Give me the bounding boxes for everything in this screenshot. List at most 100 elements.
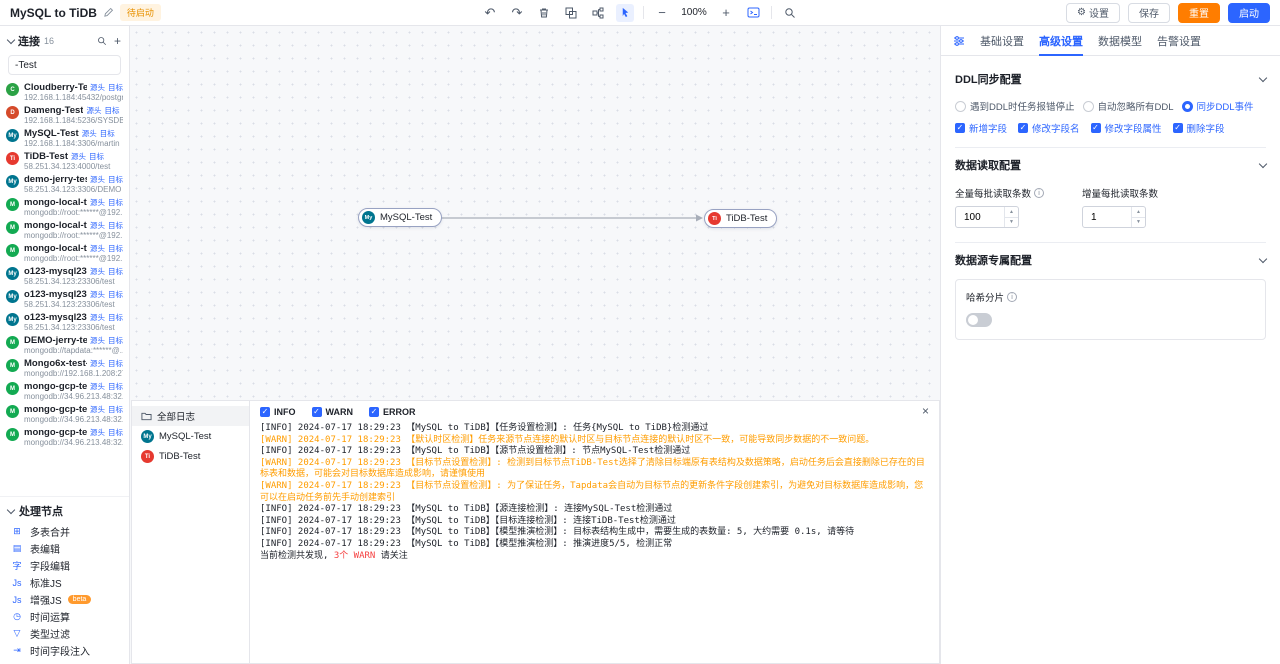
chevron-down-icon[interactable] xyxy=(1259,73,1267,81)
processor-label: 标准JS xyxy=(30,575,62,590)
zoom-in-icon[interactable]: + xyxy=(717,4,735,22)
connection-item[interactable]: Myo123-mysql2330...源头目标58.251.34.123:233… xyxy=(0,287,129,310)
console-panel-icon[interactable] xyxy=(744,4,762,22)
canvas-node-tidb-test[interactable]: TiTiDB-Test xyxy=(704,209,777,228)
ddl-radio-option[interactable]: 自动忽略所有DDL xyxy=(1083,99,1174,113)
connection-item[interactable]: MDEMO-jerry-test源头目标mongodb://tapdata:**… xyxy=(0,333,129,356)
connection-address: mongodb://34.96.213.48:32... xyxy=(24,392,123,401)
connection-capability-badge: 目标 xyxy=(108,381,123,392)
redo-icon[interactable]: ↷ xyxy=(508,4,526,22)
datasource-section-header[interactable]: 数据源专属配置 xyxy=(955,245,1266,273)
connection-item[interactable]: Mmongo-gcp-test...源头目标mongodb://34.96.21… xyxy=(0,402,129,425)
log-line: [WARN] 2024-07-17 18:29:23 【默认时区检测】任务来源节… xyxy=(260,435,929,447)
cursor-tool-icon[interactable] xyxy=(616,4,634,22)
canvas[interactable]: 全部日志MyMySQL-TestTiTiDB-Test ✓INFO✓WARN✓E… xyxy=(130,26,940,664)
processor-item[interactable]: Js增强JSbeta xyxy=(0,591,129,608)
edit-title-icon[interactable] xyxy=(103,7,114,18)
processor-item[interactable]: Js 标准JS xyxy=(0,574,129,591)
add-connection-icon[interactable]: + xyxy=(114,35,121,47)
chevron-down-icon[interactable] xyxy=(7,35,15,43)
ddl-checkbox-option[interactable]: ✓修改字段名 xyxy=(1018,121,1080,135)
processor-item[interactable]: ◷时间运算 xyxy=(0,608,129,625)
connection-item[interactable]: Mydemo-jerry-test源头目标58.251.34.123:3306/… xyxy=(0,172,129,195)
tab-advanced-settings[interactable]: 高级设置 xyxy=(1039,26,1083,55)
close-icon[interactable]: × xyxy=(922,405,929,417)
delete-icon[interactable] xyxy=(535,4,553,22)
connection-item[interactable]: Mmongo-gcp-test...源头目标mongodb://34.96.21… xyxy=(0,425,129,448)
stepper-down-icon[interactable]: ▼ xyxy=(1132,217,1145,228)
number-input[interactable]: ▲▼ xyxy=(1082,206,1146,228)
ddl-radio-option[interactable]: 同步DDL事件 xyxy=(1182,99,1254,113)
chevron-down-icon[interactable] xyxy=(1259,159,1267,167)
radio-label: 遇到DDL时任务报错停止 xyxy=(970,99,1075,113)
group-icon[interactable] xyxy=(562,4,580,22)
log-filter-warn[interactable]: ✓WARN xyxy=(312,407,354,417)
ddl-radio-option[interactable]: 遇到DDL时任务报错停止 xyxy=(955,99,1075,113)
connection-search-input[interactable] xyxy=(15,60,114,71)
ddl-section-header[interactable]: DDL同步配置 xyxy=(955,64,1266,92)
stepper-up-icon[interactable]: ▲ xyxy=(1005,207,1018,217)
processor-item[interactable]: ⇥时间字段注入 xyxy=(0,642,129,659)
connection-item[interactable]: CCloudberry-Test源头目标192.168.1.184:45432/… xyxy=(0,80,129,103)
info-icon: i xyxy=(1034,188,1044,198)
log-main: ✓INFO ✓WARN ✓ERROR × [INFO] 2024-07-17 18:… xyxy=(250,401,939,663)
connection-address: mongodb://192.168.1.208:27... xyxy=(24,369,123,378)
hash-shard-toggle[interactable] xyxy=(966,313,992,327)
tab-alert-settings[interactable]: 告警设置 xyxy=(1157,26,1201,55)
log-filter-info[interactable]: ✓INFO xyxy=(260,407,296,417)
log-line: [INFO] 2024-07-17 18:29:23 【MySQL to TiD… xyxy=(260,423,929,435)
stepper-up-icon[interactable]: ▲ xyxy=(1132,207,1145,217)
tab-basic-settings[interactable]: 基础设置 xyxy=(980,26,1024,55)
ddl-checkbox-option[interactable]: ✓新增字段 xyxy=(955,121,1007,135)
connection-item[interactable]: Mmongo-local-tes...源头目标mongodb://root:**… xyxy=(0,218,129,241)
undo-icon[interactable]: ↶ xyxy=(481,4,499,22)
node-database-icon: My xyxy=(362,211,375,224)
ddl-checkbox-option[interactable]: ✓修改字段属性 xyxy=(1091,121,1162,135)
ddl-checkbox-option[interactable]: ✓删除字段 xyxy=(1173,121,1225,135)
settings-button[interactable]: ⚙设置 xyxy=(1066,3,1120,23)
canvas-node-mysql-test[interactable]: MyMySQL-Test xyxy=(358,208,442,227)
stepper-down-icon[interactable]: ▼ xyxy=(1005,217,1018,228)
auto-layout-icon[interactable] xyxy=(589,4,607,22)
connection-item[interactable]: Myo123-mysql2330...源头目标58.251.34.123:233… xyxy=(0,310,129,333)
processor-item[interactable]: ▽类型过滤 xyxy=(0,625,129,642)
connection-capability-badge: 源头 xyxy=(90,82,105,93)
chevron-down-icon[interactable] xyxy=(1259,254,1267,262)
connection-item[interactable]: TiTiDB-Test源头目标58.251.34.123:4000/test xyxy=(0,149,129,172)
connection-item[interactable]: DDameng-Test源头目标192.168.1.184:5236/SYSDB… xyxy=(0,103,129,126)
processor-label: 类型过滤 xyxy=(30,626,70,641)
zoom-out-icon[interactable]: − xyxy=(653,4,671,22)
read-section-header[interactable]: 数据读取配置 xyxy=(955,150,1266,178)
connection-item[interactable]: Myo123-mysql2330...源头目标58.251.34.123:233… xyxy=(0,264,129,287)
connection-capability-badge: 目标 xyxy=(89,151,104,162)
processor-item[interactable]: 字字段编辑 xyxy=(0,557,129,574)
log-tab[interactable]: MyMySQL-Test xyxy=(132,426,249,446)
reset-button[interactable]: 重置 xyxy=(1178,3,1220,23)
log-tab[interactable]: 全部日志 xyxy=(132,406,249,426)
search-icon[interactable] xyxy=(781,4,799,22)
toolbar-divider xyxy=(771,6,772,19)
log-summary: 当前检测共发现, 3个 WARN 请关注 xyxy=(260,551,929,563)
connection-item[interactable]: Mmongo-gcp-test...源头目标mongodb://34.96.21… xyxy=(0,379,129,402)
number-input[interactable]: ▲▼ xyxy=(955,206,1019,228)
save-button[interactable]: 保存 xyxy=(1128,3,1170,23)
radio-label: 同步DDL事件 xyxy=(1197,99,1254,113)
connection-item[interactable]: Mmongo-local-tes...源头目标mongodb://root:**… xyxy=(0,241,129,264)
connection-name: mongo-gcp-test... xyxy=(24,404,87,415)
chevron-down-icon[interactable] xyxy=(7,505,15,513)
connection-item[interactable]: MyMySQL-Test源头目标192.168.1.184:3306/marti… xyxy=(0,126,129,149)
processor-item[interactable]: ▤表编辑 xyxy=(0,540,129,557)
start-button[interactable]: 启动 xyxy=(1228,3,1270,23)
processor-icon: Js xyxy=(10,578,24,588)
processor-item[interactable]: ⊞多表合并 xyxy=(0,523,129,540)
connection-capability-badge: 目标 xyxy=(108,312,123,323)
connection-search-box[interactable] xyxy=(8,55,121,75)
connection-item[interactable]: Mmongo-local-tes...源头目标mongodb://root:**… xyxy=(0,195,129,218)
connection-item[interactable]: MMongo6x-test-u...源头目标mongodb://192.168.… xyxy=(0,356,129,379)
log-filter-error[interactable]: ✓ERROR xyxy=(369,407,416,417)
connection-capability-badge: 源头 xyxy=(90,243,105,254)
connection-search-icon[interactable] xyxy=(97,36,107,46)
tab-data-model[interactable]: 数据模型 xyxy=(1098,26,1142,55)
log-tab[interactable]: TiTiDB-Test xyxy=(132,446,249,466)
connection-name: mongo-gcp-test... xyxy=(24,427,87,438)
